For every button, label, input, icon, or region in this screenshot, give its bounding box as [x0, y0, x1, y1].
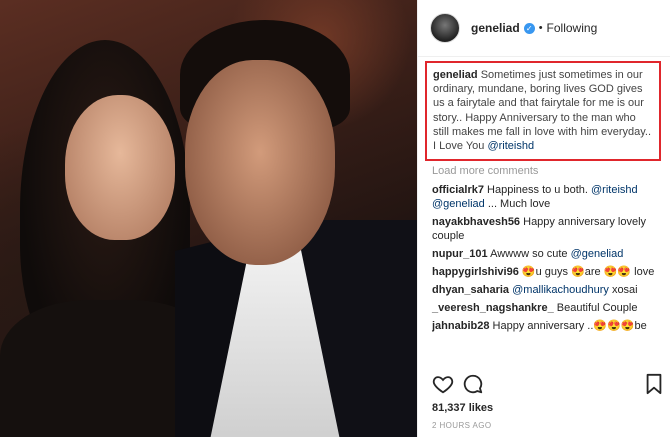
comment-text: 😍u guys 😍are 😍😍 love: [521, 266, 655, 278]
comment-username[interactable]: nayakbhavesh56: [432, 216, 520, 228]
comment-username[interactable]: _veeresh_nagshankre_: [432, 302, 554, 314]
comment-text: Awwww so cute: [490, 248, 568, 260]
comment-mention[interactable]: @geneliad: [571, 248, 624, 260]
comment-mention[interactable]: @mallikachoudhury: [512, 284, 609, 296]
comment-text-suffix: ... Much love: [487, 198, 551, 210]
comment-username[interactable]: nupur_101: [432, 248, 488, 260]
comment-username[interactable]: happygirlshivi96: [432, 266, 519, 278]
post-sidebar: geneliad ✓ • Following geneliad Sometime…: [417, 0, 670, 437]
header-username[interactable]: geneliad: [471, 21, 520, 35]
post-timestamp: 2 HOURS AGO: [432, 421, 492, 430]
photo-shape: [65, 95, 175, 240]
heart-icon[interactable]: [432, 373, 454, 400]
comment-item: nupur_101 Awwww so cute @geneliad: [432, 247, 664, 261]
comment-item: jahnabib28 Happy anniversary ..😍😍😍be hap…: [432, 319, 664, 333]
comment-text-suffix: xosai: [611, 284, 638, 296]
comment-username[interactable]: jahnabib28: [432, 320, 489, 332]
following-button[interactable]: Following: [547, 21, 598, 35]
comment-username[interactable]: dhyan_saharia: [432, 284, 509, 296]
post-header: geneliad ✓ • Following: [418, 0, 670, 57]
caption-username[interactable]: geneliad: [433, 69, 478, 81]
comment-item: _veeresh_nagshankre_ Beautiful Couple: [432, 301, 664, 315]
comment-text: Beautiful Couple: [556, 302, 638, 314]
photo-shape: [185, 60, 335, 265]
comment-text: Happiness to u both.: [487, 184, 588, 196]
comment-username[interactable]: officialrk7: [432, 184, 484, 196]
comment-item: dhyan_saharia @mallikachoudhury xosai: [432, 283, 664, 297]
separator-dot: •: [538, 22, 543, 34]
likes-count[interactable]: 81,337 likes: [432, 402, 493, 414]
comment-item: officialrk7 Happiness to u both. @riteis…: [432, 183, 664, 211]
caption-highlight-box: geneliad Sometimes just sometimes in our…: [425, 61, 661, 161]
load-more-comments-link[interactable]: Load more comments: [432, 164, 664, 178]
caption-text: Sometimes just sometimes in our ordinary…: [433, 69, 652, 153]
comments-list: Load more comments officialrk7 Happiness…: [432, 164, 664, 337]
bookmark-icon[interactable]: [645, 373, 663, 400]
verified-badge-icon: ✓: [523, 22, 535, 34]
post-photo[interactable]: [0, 0, 417, 437]
comment-icon[interactable]: [462, 373, 484, 400]
avatar[interactable]: [430, 13, 460, 43]
post-actions: [432, 373, 664, 397]
caption-mention[interactable]: @riteishd: [487, 140, 534, 152]
comment-item: nayakbhavesh56 Happy anniversary lovely …: [432, 215, 664, 243]
comment-item: happygirlshivi96 😍u guys 😍are 😍😍 love: [432, 265, 664, 279]
